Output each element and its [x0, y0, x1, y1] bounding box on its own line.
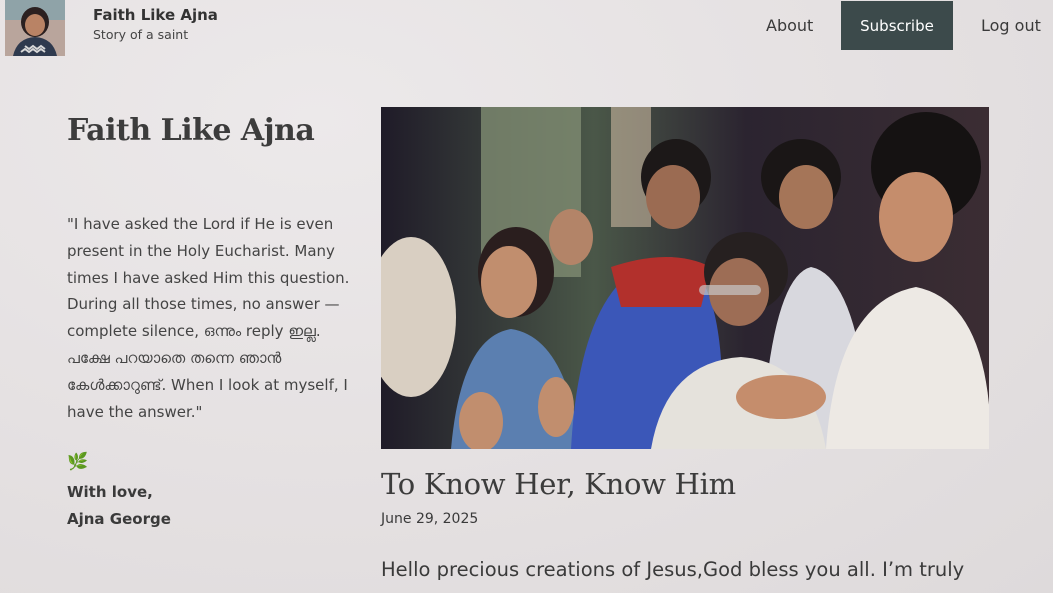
crowd-photo-icon: [381, 107, 989, 449]
subscribe-button[interactable]: Subscribe: [841, 1, 953, 50]
nav-about-link[interactable]: About: [766, 16, 813, 35]
top-bar: Faith Like Ajna Story of a saint About S…: [0, 0, 1053, 56]
signoff-greeting: With love,: [67, 483, 153, 501]
signoff-author: Ajna George: [67, 510, 171, 528]
site-avatar[interactable]: [5, 0, 65, 56]
signoff: With love, Ajna George: [67, 479, 171, 533]
site-tagline: Story of a saint: [93, 27, 189, 42]
post-title[interactable]: To Know Her, Know Him: [381, 467, 736, 501]
avatar-photo-icon: [5, 0, 65, 56]
logout-link[interactable]: Log out: [981, 16, 1041, 35]
site-name[interactable]: Faith Like Ajna: [93, 6, 218, 24]
post-date: June 29, 2025: [381, 511, 479, 527]
leaf-icon: 🌿: [67, 452, 89, 472]
post-hero-image[interactable]: [381, 107, 989, 449]
sidebar-quote: "I have asked the Lord if He is even pre…: [67, 215, 350, 421]
post-intro: Hello precious creations of Jesus,God bl…: [381, 558, 965, 581]
sidebar-title: Faith Like Ajna: [67, 113, 315, 148]
